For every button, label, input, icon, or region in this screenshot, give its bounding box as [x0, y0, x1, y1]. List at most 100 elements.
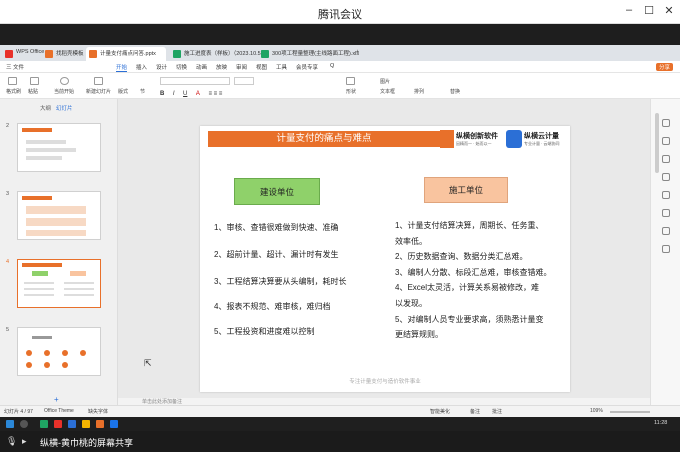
picture-label[interactable]: 图片	[380, 78, 390, 85]
right-task-pane	[650, 99, 680, 405]
pointer-icon[interactable]	[662, 119, 670, 127]
settings-icon[interactable]	[662, 191, 670, 199]
slide-thumbnail-3[interactable]	[17, 191, 101, 240]
menu-bar: 三 文件 开始 插入 设计 切换 动画 放映 审阅 视图 工具 会员专享 Q 分…	[0, 61, 680, 73]
paste-icon[interactable]	[30, 77, 39, 85]
notes-pane[interactable]: 单击此处添加备注	[118, 398, 650, 405]
share-icon[interactable]	[662, 227, 670, 235]
notes-toggle[interactable]: 备注	[470, 408, 480, 415]
screen-share-bar: 🎙 ▸ 纵横-黄巾桃的屏幕共享	[0, 431, 680, 452]
vertical-scrollbar[interactable]	[655, 113, 659, 173]
search-icon[interactable]	[20, 420, 28, 428]
slide-thumbnail-panel: 大纲 幻灯片 2 3 4 5 +	[0, 99, 118, 405]
slide-thumbnail-4-selected[interactable]	[17, 259, 101, 308]
tab-quantities-sheet[interactable]: 300项工程量整理(主线路面工程).xls	[258, 47, 363, 61]
menu-view[interactable]: 视图	[256, 63, 267, 71]
new-tab-button[interactable]: +	[352, 47, 363, 61]
share-button[interactable]: 分享	[656, 63, 674, 71]
meeting-taskbar-icon[interactable]	[68, 420, 76, 428]
font-size-field[interactable]	[234, 77, 254, 85]
contractor-box: 施工单位	[424, 177, 508, 203]
slide-number: 2	[6, 123, 10, 129]
list-item: 4、Excel太灵活，计算关系易被修改，难	[395, 283, 540, 293]
bold-icon[interactable]: B	[160, 91, 164, 97]
status-bar: 幻灯片 4 / 97 Office Theme 缺失字体 智能美化 备注 批注 …	[0, 405, 680, 417]
folder-icon[interactable]	[82, 420, 90, 428]
thumb-dot	[26, 350, 32, 356]
tab-label: WPS Office	[16, 49, 45, 55]
theme-name[interactable]: Office Theme	[44, 408, 74, 414]
shapes-label: 形状	[346, 89, 357, 95]
speaker-icon[interactable]: ▸	[22, 436, 27, 447]
slide-number: 4	[6, 259, 10, 265]
app-icon[interactable]	[40, 420, 48, 428]
thumb-line	[64, 282, 94, 284]
section-label[interactable]: 节	[140, 88, 145, 95]
format-painter-icon[interactable]	[8, 77, 17, 85]
font-color-icon[interactable]: A	[196, 91, 200, 97]
library-icon[interactable]	[662, 209, 670, 217]
comment-toggle[interactable]: 批注	[492, 408, 502, 415]
meeting-title-bar: 腾讯会议 – ☐ ✕	[0, 0, 680, 24]
arrange-label[interactable]: 排列	[414, 88, 424, 95]
shapes-icon[interactable]	[346, 77, 355, 85]
italic-icon[interactable]: I	[173, 91, 175, 97]
search-icon[interactable]: Q	[330, 63, 334, 69]
align-icon[interactable]: ≡ ≡ ≡	[208, 91, 222, 97]
excel-file-icon	[261, 50, 269, 58]
windows-start-icon[interactable]	[6, 420, 14, 428]
outline-tab[interactable]: 大纲	[40, 104, 51, 112]
menu-member[interactable]: 会员专享	[296, 63, 318, 71]
new-slide-label: 新建幻灯片	[86, 89, 112, 95]
menu-design[interactable]: 设计	[156, 63, 167, 71]
replace-label[interactable]: 替换	[450, 88, 460, 95]
tab-templates[interactable]: 找稻壳模板	[42, 47, 88, 61]
microphone-icon[interactable]: 🎙	[6, 436, 17, 447]
slide-thumbnail-5[interactable]	[17, 327, 101, 376]
textbox-label[interactable]: 文本框	[380, 88, 395, 95]
menu-tools[interactable]: 工具	[276, 63, 287, 71]
add-slide-button[interactable]: +	[54, 395, 59, 404]
maximize-icon[interactable]: ☐	[642, 4, 656, 17]
tab-label: 施工进度表（样板）（2023.10.5）	[184, 51, 267, 57]
design-icon[interactable]	[662, 137, 670, 145]
menu-review[interactable]: 审阅	[236, 63, 247, 71]
menu-home[interactable]: 开始	[116, 63, 128, 72]
slide-thumbnail-2[interactable]	[17, 123, 101, 172]
thumb-line	[64, 288, 94, 290]
slide: 计量支付的痛点与难点 纵横创新软件 因精而一 · 始而以一 纵横云计量 专业计量…	[200, 126, 570, 392]
list-item: 更结算规则。	[395, 330, 443, 340]
browser-icon[interactable]	[110, 420, 118, 428]
slide-title: 计量支付的痛点与难点	[208, 131, 440, 147]
menu-slideshow[interactable]: 放映	[216, 63, 227, 71]
thumb-block	[26, 218, 86, 226]
new-slide-icon[interactable]	[94, 77, 103, 85]
tab-progress-sheet[interactable]: 施工进度表（样板）（2023.10.5）	[170, 47, 270, 61]
underline-icon[interactable]: U	[183, 91, 187, 97]
help-icon[interactable]	[662, 245, 670, 253]
tab-pptx-active[interactable]: 计量支付痛点问答.pptx	[86, 47, 166, 61]
menu-animation[interactable]: 动画	[196, 63, 207, 71]
menu-insert[interactable]: 插入	[136, 63, 147, 71]
paste-label: 粘贴	[28, 89, 39, 95]
zoom-level[interactable]: 109%	[590, 408, 603, 414]
font-name-field[interactable]	[160, 77, 230, 85]
play-from-current-icon[interactable]	[60, 77, 69, 85]
close-icon[interactable]: ✕	[662, 4, 676, 17]
minimize-icon[interactable]: –	[622, 4, 636, 16]
slides-tab[interactable]: 幻灯片	[56, 104, 73, 112]
menu-transition[interactable]: 切换	[176, 63, 187, 71]
animation-icon[interactable]	[662, 155, 670, 163]
wps-taskbar-icon[interactable]	[54, 420, 62, 428]
zoom-slider[interactable]	[610, 411, 650, 413]
thumb-green-box	[32, 271, 48, 276]
smart-beautify-button[interactable]: 智能美化	[430, 408, 450, 415]
wps-logo-icon	[5, 50, 13, 58]
file-menu[interactable]: 三 文件	[6, 63, 24, 71]
format-icon[interactable]	[662, 173, 670, 181]
missing-font-indicator[interactable]: 缺失字体	[88, 408, 108, 415]
layout-label[interactable]: 版式	[118, 88, 128, 95]
app-icon[interactable]	[96, 420, 104, 428]
thumb-line	[26, 156, 62, 160]
list-item: 3、工程结算决算要从头编制，耗时长	[214, 277, 347, 286]
